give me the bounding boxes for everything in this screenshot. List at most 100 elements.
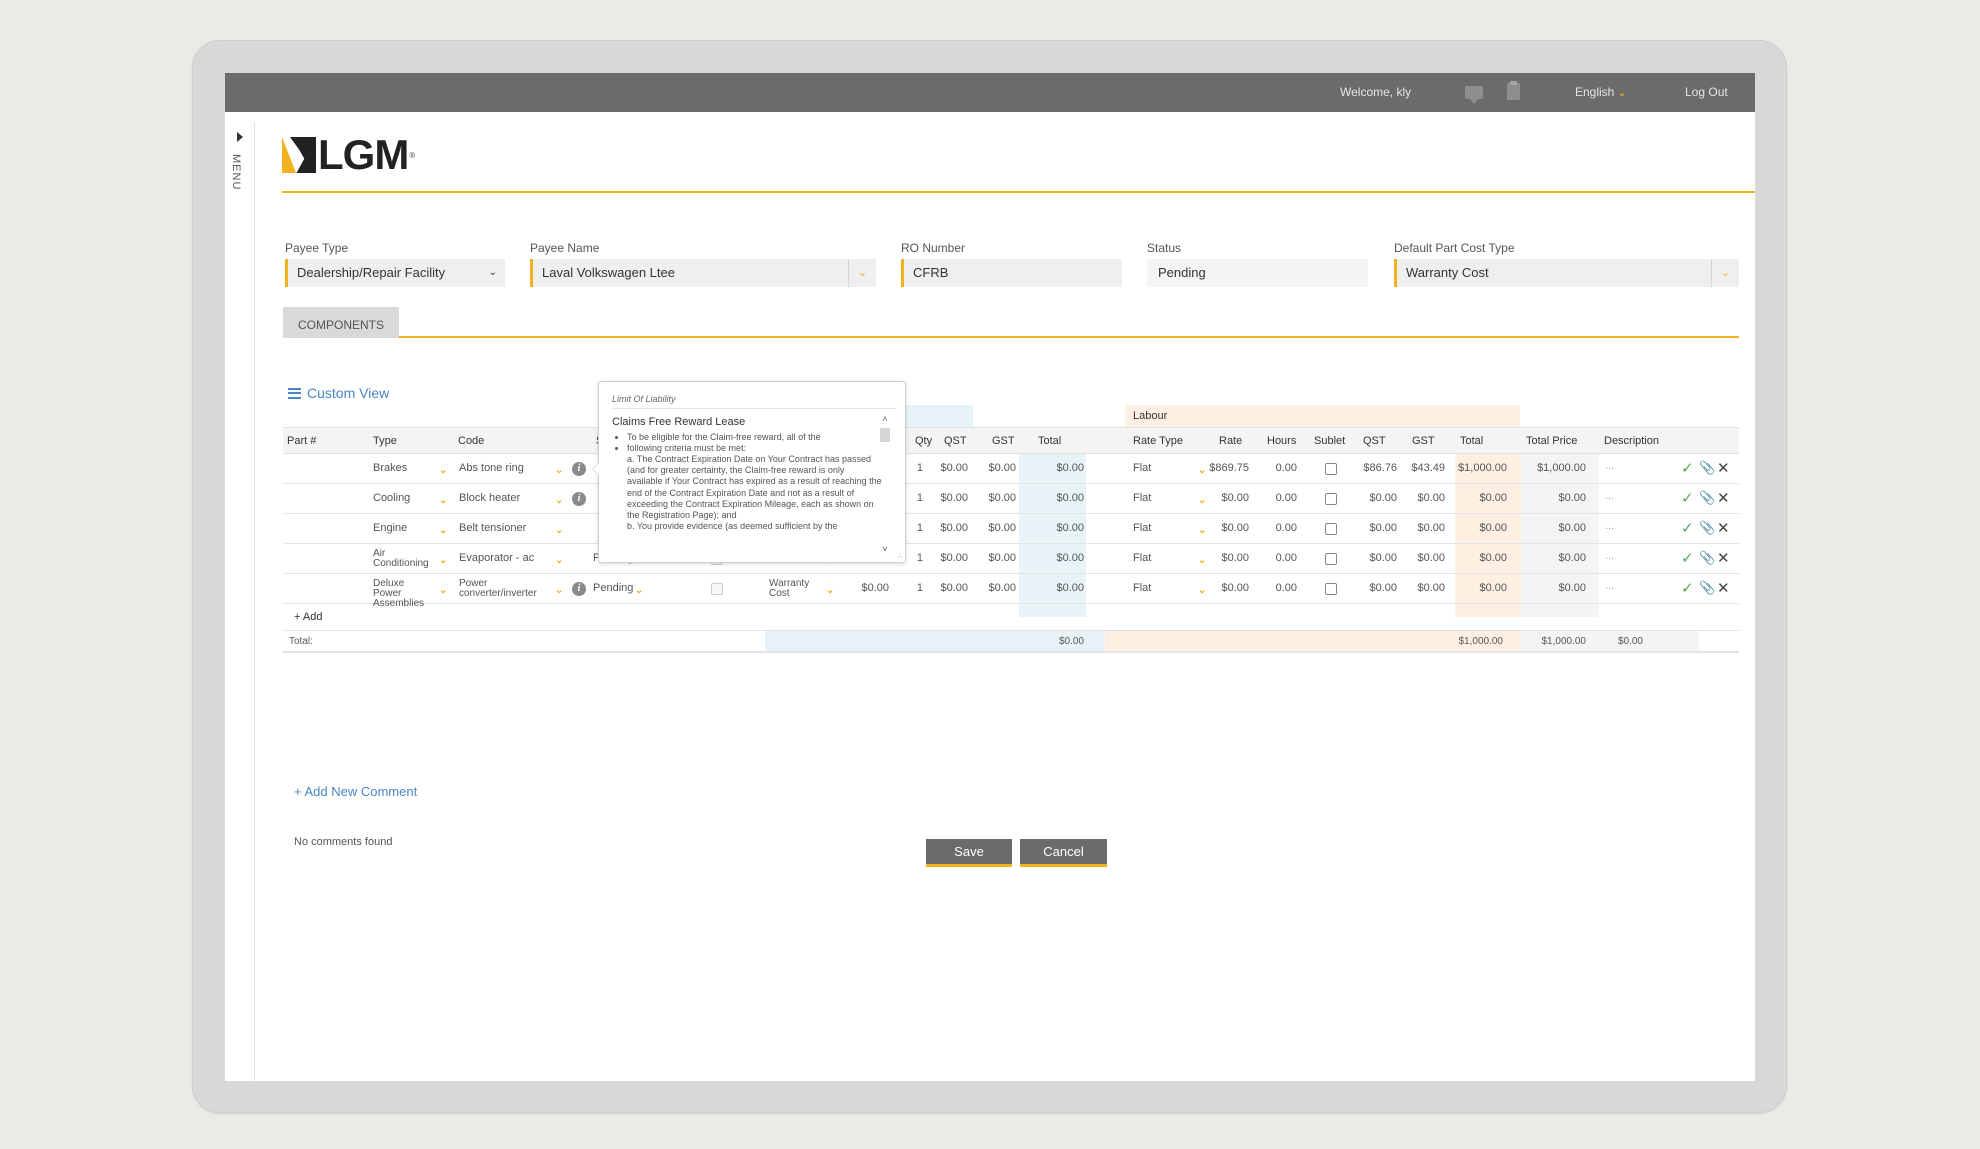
col-qty[interactable]: Qty [915,435,932,447]
chevron-down-icon[interactable]: ⌄ [555,555,563,566]
col-qst[interactable]: QST [944,435,967,447]
chevron-down-icon[interactable]: ⌄ [635,585,643,596]
scroll-thumb[interactable] [880,428,890,442]
info-icon[interactable]: i [572,462,586,476]
col-hours[interactable]: Hours [1267,435,1296,447]
sublet-checkbox[interactable] [1325,553,1337,565]
chevron-down-icon[interactable]: ⌄ [439,555,447,566]
chevron-down-icon[interactable]: ⌄ [439,525,447,536]
default-cost-type-select[interactable]: Warranty Cost ⌄ [1394,259,1739,287]
chevron-down-icon[interactable]: ⌄ [555,465,563,476]
chevron-down-icon[interactable]: ⌄ [439,465,447,476]
status-value[interactable]: Pending [593,582,633,594]
type-value[interactable]: Engine [373,522,435,534]
save-button[interactable]: Save [926,839,1012,867]
payee-name-select[interactable]: Laval Volkswagen Ltee ⌄ [530,259,876,287]
scroll-up-icon[interactable]: ˄ [879,414,891,424]
hours-value[interactable]: 0.00 [1258,582,1297,594]
rate-type-value[interactable]: Flat [1133,492,1151,504]
rate-type-value[interactable]: Flat [1133,522,1151,534]
attachment-icon[interactable]: 📎 [1699,490,1715,506]
popover-scrollbar[interactable]: ˄ ˅ [879,414,891,554]
col-labour-gst[interactable]: GST [1412,435,1435,447]
add-comment-link[interactable]: + Add New Comment [294,784,417,799]
rate-type-value[interactable]: Flat [1133,552,1151,564]
sublet-checkbox[interactable] [1325,493,1337,505]
custom-view-button[interactable]: Custom View [288,385,389,401]
type-value[interactable]: Cooling [373,492,435,504]
rate-value[interactable]: $869.75 [1198,462,1249,474]
rate-value[interactable]: $0.00 [1198,552,1249,564]
code-value[interactable]: Evaporator - ac [459,552,549,564]
row-checkbox[interactable] [711,583,723,595]
col-labour-qst[interactable]: QST [1363,435,1386,447]
info-icon[interactable]: i [572,492,586,506]
check-icon[interactable]: ✓ [1681,489,1694,507]
close-icon[interactable]: ✕ [1717,579,1730,597]
clipboard-icon[interactable] [1507,81,1520,100]
scroll-down-icon[interactable]: ˅ [879,544,891,554]
col-labour-total[interactable]: Total [1460,435,1483,447]
code-value[interactable]: Power converter/inverter [459,579,549,599]
description-value[interactable]: ... [1605,520,1614,532]
menu-rail[interactable]: MENU [225,122,255,1081]
resize-grip-icon[interactable]: ∴ [898,552,902,560]
col-total[interactable]: Total [1038,435,1061,447]
chevron-down-icon[interactable]: ⌄ [826,585,834,596]
check-icon[interactable]: ✓ [1681,459,1694,477]
hours-value[interactable]: 0.00 [1258,492,1297,504]
rate-value[interactable]: $0.00 [1198,582,1249,594]
menu-label[interactable]: MENU [230,154,242,190]
code-value[interactable]: Belt tensioner [459,522,549,534]
chevron-down-icon[interactable]: ⌄ [439,495,447,506]
type-value[interactable]: Brakes [373,462,435,474]
rate-value[interactable]: $0.00 [1198,492,1249,504]
sublet-checkbox[interactable] [1325,523,1337,535]
sublet-checkbox[interactable] [1325,463,1337,475]
rate-value[interactable]: $0.00 [1198,522,1249,534]
chevron-down-icon[interactable]: ⌄ [555,525,563,536]
info-icon[interactable]: i [572,582,586,596]
rate-type-value[interactable]: Flat [1133,582,1151,594]
cost-type-value[interactable]: Warranty Cost [769,579,819,599]
chevron-down-icon[interactable]: ⌄ [555,495,563,506]
col-gst[interactable]: GST [992,435,1015,447]
cancel-button[interactable]: Cancel [1020,839,1107,867]
hours-value[interactable]: 0.00 [1258,462,1297,474]
description-value[interactable]: ... [1605,460,1614,472]
attachment-icon[interactable]: 📎 [1699,580,1715,596]
description-value[interactable]: ... [1605,550,1614,562]
close-icon[interactable]: ✕ [1717,459,1730,477]
check-icon[interactable]: ✓ [1681,579,1694,597]
check-icon[interactable]: ✓ [1681,549,1694,567]
chevron-down-icon[interactable]: ⌄ [555,585,563,596]
attachment-icon[interactable]: 📎 [1699,550,1715,566]
hours-value[interactable]: 0.00 [1258,522,1297,534]
tab-components[interactable]: COMPONENTS [283,307,399,338]
attachment-icon[interactable]: 📎 [1699,460,1715,476]
expand-arrow-icon[interactable] [237,132,243,142]
chevron-down-icon[interactable]: ⌄ [848,259,876,287]
col-rate[interactable]: Rate [1219,435,1242,447]
close-icon[interactable]: ✕ [1717,519,1730,537]
code-value[interactable]: Block heater [459,492,549,504]
chat-icon[interactable] [1465,86,1483,104]
chevron-down-icon[interactable]: ⌄ [1711,259,1739,287]
col-total-price[interactable]: Total Price [1526,435,1577,447]
language-selector[interactable]: English ⌄ [1575,85,1626,99]
close-icon[interactable]: ✕ [1717,549,1730,567]
sublet-checkbox[interactable] [1325,583,1337,595]
check-icon[interactable]: ✓ [1681,519,1694,537]
description-value[interactable]: ... [1605,490,1614,502]
attachment-icon[interactable]: 📎 [1699,520,1715,536]
col-part[interactable]: Part # [287,435,316,447]
ro-number-input[interactable]: CFRB [901,259,1122,287]
payee-type-select[interactable]: Dealership/Repair Facility ⌄ [285,259,505,287]
description-value[interactable]: ... [1605,580,1614,592]
code-value[interactable]: Abs tone ring [459,462,549,474]
rate-type-value[interactable]: Flat [1133,462,1151,474]
chevron-down-icon[interactable]: ⌄ [439,585,447,596]
type-value[interactable]: Air Conditioning [373,549,435,569]
col-code[interactable]: Code [458,435,484,447]
hours-value[interactable]: 0.00 [1258,552,1297,564]
